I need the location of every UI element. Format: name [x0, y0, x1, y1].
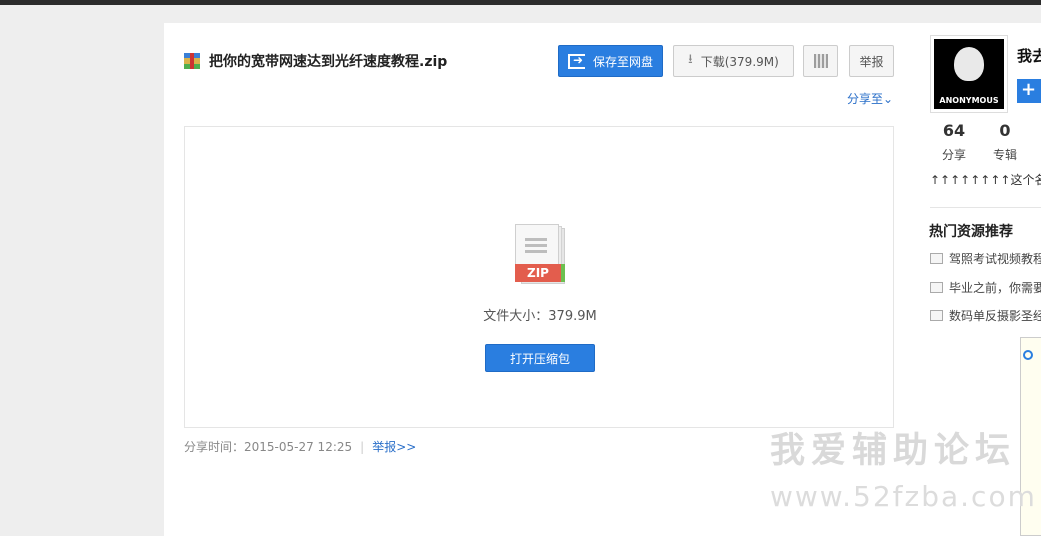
download-icon: ⭳ — [688, 52, 693, 67]
user-name[interactable]: 我去 — [1017, 45, 1041, 66]
file-size: 文件大小：379.9M — [483, 309, 597, 324]
baidu-logo-icon — [1023, 350, 1033, 360]
stat-label: 分享 — [941, 148, 966, 162]
save-to-netdisk-button[interactable]: 保存至网盘 — [558, 45, 663, 77]
zip-badge: ZIP — [515, 264, 561, 282]
zip-file-icon — [184, 53, 200, 69]
mask-icon — [954, 47, 984, 81]
share-to-link[interactable]: 分享至⌄ — [847, 90, 893, 107]
preview-box: ZIP 文件大小：379.9M 打开压缩包 — [184, 126, 894, 428]
hot-item[interactable]: 驾照考试视频教程 — [930, 250, 1041, 267]
follow-button[interactable]: + — [1017, 79, 1041, 103]
chevron-down-icon: ⌄ — [883, 92, 894, 106]
stat-num: 0 — [999, 121, 1011, 140]
download-button[interactable]: ⭳ 下载(379.9M) — [673, 45, 794, 77]
hot-resources-title: 热门资源推荐 — [929, 224, 1013, 240]
image-icon — [930, 310, 943, 321]
save-label: 保存至网盘 — [592, 54, 653, 69]
hot-item-label: 驾照考试视频教程 — [949, 252, 1041, 266]
avatar[interactable]: ANONYMOUS — [930, 35, 1008, 113]
report-button[interactable]: 举报 — [849, 45, 894, 77]
user-signature: ↑↑↑↑↑↑↑↑这个名字不 — [930, 173, 1041, 187]
image-icon — [930, 253, 943, 264]
separator: | — [360, 439, 365, 454]
watermark-title: 我爱辅助论坛 — [770, 431, 1017, 471]
share-meta: 分享时间：2015-05-27 12:25 | 举报>> — [184, 438, 416, 455]
watermark-url: www.52fzba.com — [770, 480, 1037, 513]
file-title-row: 把你的宽带网速达到光纤速度教程.zip — [184, 51, 447, 71]
report-link[interactable]: 举报>> — [372, 438, 416, 455]
report-label: 举报 — [859, 54, 884, 69]
divider — [930, 207, 1041, 208]
hot-item[interactable]: 数码单反摄影圣经 — [930, 307, 1041, 324]
save-icon — [567, 53, 585, 69]
stat-label: 专辑 — [992, 148, 1017, 162]
qrcode-button[interactable] — [803, 45, 838, 77]
top-gap — [0, 5, 1041, 23]
file-title: 把你的宽带网速达到光纤速度教程.zip — [209, 54, 448, 70]
open-archive-label: 打开压缩包 — [509, 351, 570, 366]
download-label: 下载(379.9M) — [700, 54, 779, 69]
share-time: 分享时间：2015-05-27 12:25 — [184, 440, 353, 454]
stat-num: 64 — [942, 121, 966, 140]
open-archive-button[interactable]: 打开压缩包 — [485, 344, 595, 372]
hot-item[interactable]: 毕业之前，你需要 — [930, 279, 1041, 296]
zip-archive-icon: ZIP — [515, 224, 567, 286]
hot-item-label: 毕业之前，你需要 — [949, 281, 1041, 295]
image-icon — [930, 282, 943, 293]
stat-shares[interactable]: 64 分享 — [938, 121, 970, 163]
hot-item-label: 数码单反摄影圣经 — [949, 309, 1041, 323]
qrcode-icon — [813, 54, 828, 68]
avatar-text: ANONYMOUS — [939, 96, 999, 105]
stat-albums[interactable]: 0 专辑 — [990, 121, 1020, 163]
share-to-label: 分享至 — [847, 92, 884, 106]
